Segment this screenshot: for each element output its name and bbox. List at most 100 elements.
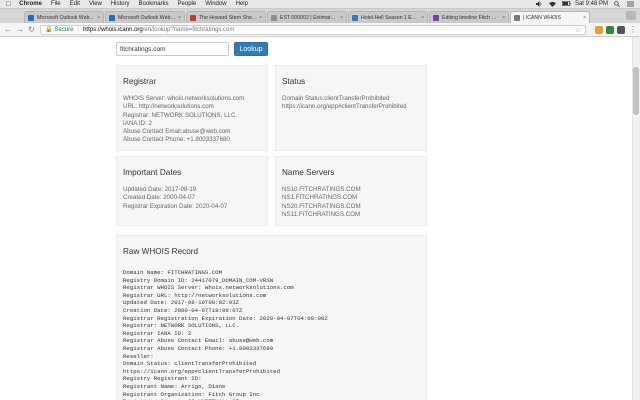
tab-favicon-icon bbox=[28, 14, 34, 21]
registrar-whois-server: WHOIS Server: whois.networksolutions.com bbox=[123, 95, 245, 102]
back-arrow-icon[interactable]: ← bbox=[4, 25, 12, 34]
status-area: Sat 9:48 PM bbox=[535, 1, 634, 8]
menu-help[interactable]: Help bbox=[236, 0, 248, 9]
menu-bookmarks[interactable]: Bookmarks bbox=[139, 0, 169, 9]
tab-bar: Microsoft Outlook Web Acc × Microsoft Outl… bbox=[0, 9, 640, 23]
menu-history[interactable]: History bbox=[111, 0, 130, 9]
browser-tab[interactable]: Microsoft Outlook Web Acc × bbox=[24, 11, 104, 23]
status-panel: Status Domain Status:clientTransferProhi… bbox=[275, 65, 427, 151]
tab-favicon-icon bbox=[109, 14, 115, 21]
name-server: NS10.FITCHRATINGS.COM bbox=[282, 186, 361, 193]
tab-title: EST-000002 | Estimates | Z bbox=[280, 14, 339, 21]
url-bar[interactable]: 🔒 Secure | https://whois.icann.org /en/l… bbox=[40, 24, 586, 35]
created-date: Created Date: 2000-04-07 bbox=[123, 194, 195, 202]
raw-whois-line: Registrar WHOIS Server: whois.networksol… bbox=[123, 284, 294, 292]
name-servers-panel: Name Servers NS10.FITCHRATINGS.COM NS1.F… bbox=[275, 156, 427, 226]
tab-close-icon[interactable]: × bbox=[97, 15, 100, 21]
tab-title: | ICANN WHOIS bbox=[523, 14, 561, 21]
scrollbar-thumb[interactable] bbox=[633, 67, 639, 115]
search-icon[interactable] bbox=[614, 1, 621, 7]
volume-icon[interactable] bbox=[535, 1, 543, 7]
important-dates-heading: Important Dates bbox=[123, 168, 182, 177]
name-servers-heading: Name Servers bbox=[282, 168, 335, 177]
raw-whois-panel: Raw WHOIS Record Domain Name: FITCHRATIN… bbox=[116, 235, 427, 400]
updated-date: Updated Date: 2017-08-19 bbox=[123, 186, 197, 193]
list-icon[interactable] bbox=[627, 1, 634, 7]
registrar-heading: Registrar bbox=[123, 77, 157, 86]
browser-tab[interactable]: Editing timeline Fitch Comp × bbox=[429, 11, 509, 23]
raw-whois-line: Registrar URL: http://networksolutions.c… bbox=[123, 291, 267, 299]
raw-whois-line: Registrant Name: Arrigo, Diane bbox=[123, 382, 226, 390]
tab-favicon-icon bbox=[433, 14, 439, 21]
menu-people[interactable]: People bbox=[178, 0, 197, 9]
browser-tab[interactable]: Hotel Hell Season 1 Episo × bbox=[348, 11, 428, 23]
raw-whois-line: Registrar: NETWORK SOLUTIONS, LLC. bbox=[123, 322, 240, 330]
raw-whois-line: Registrar Abuse Contact Phone: +1.800333… bbox=[123, 344, 274, 352]
registrar-abuse-email: Abuse Contact Email:abuse@web.com bbox=[123, 128, 231, 136]
domain-status-link: https://icann.org/epp#clientTransferProh… bbox=[282, 103, 407, 111]
reload-icon[interactable]: ↻ bbox=[28, 25, 35, 34]
bookmark-star-icon[interactable]: ☆ bbox=[575, 26, 581, 34]
url-path: /en/lookup?name=fitchratings.com bbox=[142, 26, 235, 33]
menu-window[interactable]: Window bbox=[205, 0, 226, 9]
page-content: Lookup Registrar WHOIS Server: whois.net… bbox=[0, 37, 640, 400]
browser-tab[interactable]: Microsoft Outlook Web Acc × bbox=[105, 11, 185, 23]
registrar-url: URL: http://networksolutions.com bbox=[123, 103, 214, 111]
domain-search-input[interactable] bbox=[116, 42, 229, 56]
lookup-button[interactable]: Lookup bbox=[234, 42, 268, 56]
tab-close-icon[interactable]: × bbox=[583, 15, 586, 21]
name-server: NS20.FITCHRATINGS.COM bbox=[282, 202, 361, 210]
extension-icon[interactable] bbox=[606, 25, 614, 34]
menu-file[interactable]: File bbox=[51, 0, 61, 9]
raw-whois-line: Creation Date: 2000-04-07T18:09:07Z bbox=[123, 306, 243, 314]
tab-favicon-icon bbox=[352, 14, 358, 21]
browser-tab[interactable]: | ICANN WHOIS × bbox=[510, 11, 590, 23]
registrar-iana-id: IANA ID: 2 bbox=[123, 119, 152, 127]
raw-whois-line: Registry Domain ID: 24417079_DOMAIN_COM-… bbox=[123, 276, 274, 284]
tab-close-icon[interactable]: × bbox=[340, 15, 343, 21]
tab-close-icon[interactable]: × bbox=[421, 15, 424, 21]
raw-whois-heading: Raw WHOIS Record bbox=[123, 247, 199, 256]
registrar-panel: Registrar WHOIS Server: whois.networksol… bbox=[116, 65, 268, 151]
menu-view[interactable]: View bbox=[89, 0, 102, 9]
tab-favicon-icon bbox=[514, 14, 520, 21]
registrar-name: Registrar: NETWORK SOLUTIONS, LLC. bbox=[123, 111, 238, 119]
tab-close-icon[interactable]: × bbox=[178, 15, 181, 21]
tab-title: Microsoft Outlook Web Acc bbox=[37, 14, 96, 21]
menu-edit[interactable]: Edit bbox=[70, 0, 80, 9]
tab-close-icon[interactable]: × bbox=[502, 15, 505, 21]
name-server: NS1.FITCHRATINGS.COM bbox=[282, 194, 358, 202]
browser-tab[interactable]: EST-000002 | Estimates | Z × bbox=[267, 11, 347, 23]
profile-icon[interactable] bbox=[626, 11, 636, 20]
browser-tab[interactable]: The Howard Stern Show – H× bbox=[186, 11, 266, 23]
apple-icon[interactable]:  bbox=[6, 1, 11, 8]
raw-whois-line: https://icann.org/epp#clientTransferProh… bbox=[123, 367, 281, 375]
page-scrollbar[interactable] bbox=[632, 37, 640, 400]
tab-title: Microsoft Outlook Web Acc bbox=[118, 14, 177, 21]
important-dates-panel: Important Dates Updated Date: 2017-08-19… bbox=[116, 156, 268, 226]
forward-arrow-icon[interactable]: → bbox=[16, 25, 24, 34]
name-server: NS11.FITCHRATINGS.COM bbox=[282, 210, 361, 218]
raw-whois-line: Updated Date: 2017-08-19T00:02:03Z bbox=[123, 299, 240, 307]
raw-whois-line: Domain Status: clientTransferProhibited bbox=[123, 360, 257, 368]
menu-app-name[interactable]: Chrome bbox=[19, 0, 42, 9]
raw-whois-line: Registrant Organization: Fitch Group Inc bbox=[123, 390, 260, 398]
extension-icon[interactable] bbox=[595, 25, 603, 34]
raw-whois-line: Reseller: bbox=[123, 352, 154, 360]
clock[interactable]: Sat 9:48 PM bbox=[575, 1, 608, 7]
tab-favicon-icon bbox=[271, 14, 277, 21]
tab-title: Hotel Hell Season 1 Episo bbox=[361, 14, 420, 21]
os-menu-bar:  Chrome File Edit View History Bookmark… bbox=[0, 0, 640, 9]
tab-close-icon[interactable]: × bbox=[259, 15, 262, 21]
tab-title: Editing timeline Fitch Comp bbox=[442, 14, 501, 21]
raw-whois-line: Domain Name: FITCHRATINGS.COM bbox=[123, 269, 222, 276]
raw-whois-line: Registry Registrant ID: bbox=[123, 375, 202, 383]
status-heading: Status bbox=[282, 77, 306, 86]
chrome-menu-icon[interactable]: ⋮ bbox=[629, 25, 637, 34]
battery-icon[interactable] bbox=[561, 1, 571, 7]
domain-status: Domain Status:clientTransferProhibited bbox=[282, 95, 390, 102]
wifi-icon[interactable] bbox=[548, 1, 556, 8]
extension-icon[interactable] bbox=[617, 25, 625, 34]
expiration-date: Registrar Expiration Date: 2020-04-07 bbox=[123, 202, 228, 210]
raw-whois-line: Registrar Registration Expiration Date: … bbox=[123, 314, 328, 322]
